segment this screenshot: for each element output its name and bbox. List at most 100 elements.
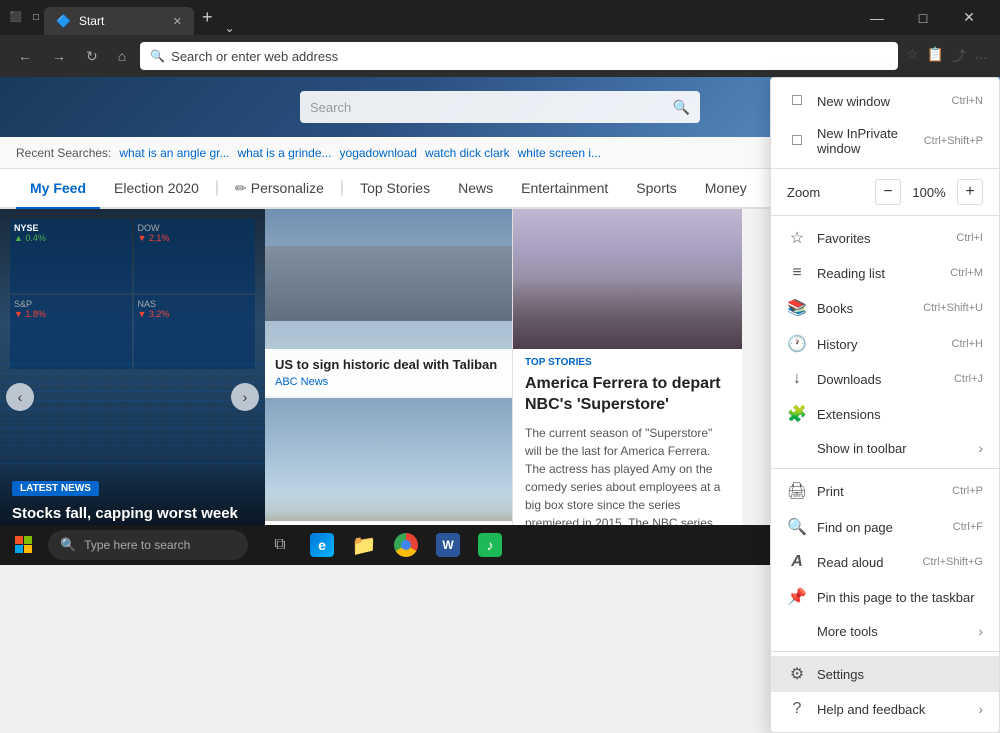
- home-button[interactable]: ⌂: [112, 44, 132, 68]
- middle-bottom-image: [265, 398, 512, 525]
- favorites-item[interactable]: ☆ Favorites Ctrl+I: [771, 220, 999, 256]
- settings-icon: ⚙: [787, 664, 807, 684]
- taskbar-chrome[interactable]: [386, 525, 426, 565]
- middle-top-article[interactable]: US to sign historic deal with Taliban AB…: [265, 209, 512, 396]
- extensions-label: Extensions: [817, 407, 983, 422]
- history-label: History: [817, 337, 942, 352]
- favorites-icon: ☆: [787, 228, 807, 248]
- nav-entertainment[interactable]: Entertainment: [507, 169, 622, 209]
- address-bar-right-icons: ☆ 📋 ⤴ …: [906, 46, 988, 66]
- entertainment-label: Entertainment: [521, 180, 608, 196]
- new-window-item[interactable]: □ New window Ctrl+N: [771, 84, 999, 118]
- recent-search-1[interactable]: what is an angle gr...: [119, 146, 229, 160]
- settings-label: Settings: [817, 667, 983, 682]
- zoom-label: Zoom: [787, 185, 867, 200]
- new-tab-button[interactable]: +: [194, 0, 221, 35]
- history-item[interactable]: 🕐 History Ctrl+H: [771, 326, 999, 362]
- ticker-item-1: NYSE ▲ 0.4%: [10, 219, 132, 293]
- recent-searches-label: Recent Searches:: [16, 146, 111, 160]
- settings-item[interactable]: ⚙ Settings: [771, 656, 999, 692]
- downloads-icon: ↓: [787, 370, 807, 388]
- right-article-title[interactable]: America Ferrera to depart NBC's 'Superst…: [513, 370, 742, 424]
- pin-to-taskbar-item[interactable]: 📌 Pin this page to the taskbar: [771, 579, 999, 615]
- zoom-control: Zoom − 100% +: [771, 173, 999, 211]
- edge-app-icon: e: [310, 533, 334, 557]
- new-inprivate-item[interactable]: □ New InPrivate window Ctrl+Shift+P: [771, 118, 999, 164]
- reading-list-icon[interactable]: 📋: [927, 46, 944, 66]
- nav-sports[interactable]: Sports: [622, 169, 690, 209]
- pin-label: Pin this page to the taskbar: [817, 590, 983, 605]
- menu-divider-4: [771, 651, 999, 652]
- tab-close-button[interactable]: ✕: [173, 15, 182, 28]
- latest-news-badge: LATEST NEWS: [12, 481, 99, 496]
- nav-election-2020[interactable]: Election 2020: [100, 169, 213, 209]
- share-icon[interactable]: ⤴: [952, 46, 966, 66]
- find-label: Find on page: [817, 520, 943, 535]
- extensions-item[interactable]: 🧩 Extensions: [771, 396, 999, 432]
- active-tab[interactable]: 🔷 Start ✕: [44, 7, 194, 35]
- find-on-page-item[interactable]: 🔍 Find on page Ctrl+F: [771, 509, 999, 545]
- back-button[interactable]: ←: [12, 44, 38, 68]
- carousel-panel[interactable]: NYSE ▲ 0.4% DOW ▼ 2.1% S&P ▼ 1.8% NAS: [0, 209, 265, 525]
- feed-search-bar[interactable]: Search 🔍: [300, 91, 700, 123]
- taskbar-apps: ⧉ e 📁 W ♪: [260, 525, 510, 565]
- nav-personalize[interactable]: ✏ Personalize: [221, 169, 338, 209]
- nav-top-stories[interactable]: Top Stories: [346, 169, 444, 209]
- recent-search-3[interactable]: yogadownload: [340, 146, 417, 160]
- personalize-icon: ✏: [235, 180, 247, 197]
- taskbar-search-box[interactable]: 🔍 Type here to search: [48, 530, 248, 560]
- zoom-minus-button[interactable]: −: [875, 179, 901, 205]
- downloads-item[interactable]: ↓ Downloads Ctrl+J: [771, 362, 999, 396]
- windows-logo-icon: [15, 536, 33, 554]
- refresh-button[interactable]: ↻: [80, 44, 104, 69]
- more-icon[interactable]: …: [974, 46, 988, 66]
- nav-money[interactable]: Money: [691, 169, 761, 209]
- more-tools-item[interactable]: More tools ›: [771, 615, 999, 647]
- nyse-ticker: NYSE ▲ 0.4% DOW ▼ 2.1% S&P ▼ 1.8% NAS: [10, 219, 255, 369]
- taskbar-word[interactable]: W: [428, 525, 468, 565]
- tab-favicon: 🔷: [56, 14, 71, 28]
- right-article-panel: TOP STORIES America Ferrera to depart NB…: [512, 209, 742, 525]
- zoom-plus-button[interactable]: +: [957, 179, 983, 205]
- feed-search-placeholder: Search: [310, 100, 665, 115]
- taskbar-file-explorer[interactable]: 📁: [344, 525, 384, 565]
- people-silhouette-detail: [265, 246, 512, 321]
- maximize-button[interactable]: □: [900, 0, 946, 35]
- carousel-next-button[interactable]: ›: [231, 383, 259, 411]
- nav-news[interactable]: News: [444, 169, 507, 209]
- taskbar-search-text: Type here to search: [84, 538, 190, 552]
- read-aloud-item[interactable]: A Read aloud Ctrl+Shift+G: [771, 545, 999, 579]
- print-label: Print: [817, 484, 942, 499]
- books-item[interactable]: 📚 Books Ctrl+Shift+U: [771, 290, 999, 326]
- word-app-icon: W: [436, 533, 460, 557]
- taskbar-task-view[interactable]: ⧉: [260, 525, 300, 565]
- address-bar-input[interactable]: 🔍 Search or enter web address: [140, 42, 898, 70]
- show-in-toolbar-item[interactable]: Show in toolbar ›: [771, 432, 999, 464]
- reading-list-item[interactable]: ≡ Reading list Ctrl+M: [771, 256, 999, 290]
- taskbar-edge[interactable]: e: [302, 525, 342, 565]
- group-photo: [513, 209, 742, 349]
- recent-search-2[interactable]: what is a grinde...: [237, 146, 331, 160]
- close-button[interactable]: ✕: [946, 0, 992, 35]
- personalize-label: Personalize: [251, 180, 324, 196]
- middle-top-source: ABC News: [275, 376, 502, 388]
- money-label: Money: [705, 180, 747, 196]
- print-item[interactable]: 🖨 Print Ctrl+P: [771, 473, 999, 509]
- help-feedback-item[interactable]: ? Help and feedback ›: [771, 692, 999, 726]
- ticker-grid: [0, 359, 265, 472]
- favorites-icon[interactable]: ☆: [906, 46, 919, 66]
- minimize-button[interactable]: —: [854, 0, 900, 35]
- favorites-label: Favorites: [817, 231, 946, 246]
- taskbar-spotify[interactable]: ♪: [470, 525, 510, 565]
- middle-bottom-article[interactable]: Melting ice reveals new uncharted island…: [265, 398, 512, 525]
- window-controls: — □ ✕: [854, 0, 992, 35]
- election-label: Election 2020: [114, 180, 199, 196]
- recent-search-5[interactable]: white screen i...: [518, 146, 601, 160]
- recent-search-4[interactable]: watch dick clark: [425, 146, 510, 160]
- tab-title: Start: [79, 14, 104, 28]
- start-button[interactable]: [4, 525, 44, 565]
- tab-dropdown-button[interactable]: ⌄: [221, 21, 239, 35]
- nav-my-feed[interactable]: My Feed: [16, 169, 100, 209]
- forward-button[interactable]: →: [46, 44, 72, 68]
- carousel-prev-button[interactable]: ‹: [6, 383, 34, 411]
